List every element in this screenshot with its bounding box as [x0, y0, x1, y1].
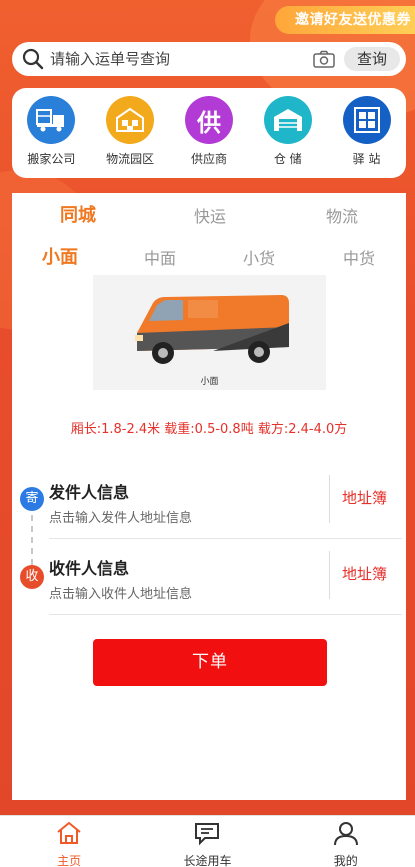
moving-truck-icon — [27, 96, 76, 144]
sender-row[interactable]: 寄 发件人信息 点击输入发件人地址信息 地址簿 — [12, 465, 406, 539]
service-station[interactable]: 驿 站 — [332, 96, 402, 167]
nav-home[interactable]: 主页 — [24, 816, 114, 867]
tab-same-city[interactable]: 同城 — [60, 201, 96, 227]
invite-banner[interactable]: 邀请好友送优惠券 — [275, 6, 415, 34]
service-label: 搬家公司 — [27, 152, 76, 166]
service-moving-company[interactable]: 搬家公司 — [16, 96, 86, 167]
service-type-tabs: 同城 快运 物流 — [12, 201, 406, 229]
search-icon — [22, 48, 44, 70]
tab-medium-truck[interactable]: 中货 — [343, 245, 375, 269]
vehicle-caption: 小面 — [200, 377, 219, 387]
tab-small-truck[interactable]: 小货 — [243, 245, 275, 269]
bottom-nav: 主页 长途用车 我的 — [0, 815, 415, 867]
nav-label: 长途用车 — [183, 854, 232, 867]
service-supplier[interactable]: 供 供应商 — [174, 96, 244, 167]
tab-small-van[interactable]: 小面 — [42, 243, 78, 269]
nav-label: 我的 — [333, 854, 358, 867]
tab-express[interactable]: 快运 — [194, 203, 226, 227]
tracking-search-input[interactable] — [50, 50, 312, 68]
service-label: 供应商 — [190, 152, 227, 166]
service-storage[interactable]: 仓 储 — [253, 96, 323, 167]
vehicle-spec: 厢长:1.8-2.4米 载重:0.5-0.8吨 载方:2.4-4.0方 — [70, 422, 348, 437]
storage-icon — [263, 96, 312, 144]
tab-logistics[interactable]: 物流 — [326, 203, 358, 227]
service-logistics-park[interactable]: 物流园区 — [95, 96, 165, 167]
service-grid: 搬家公司 物流园区 供 供应商 仓 储 驿 站 — [12, 88, 406, 178]
profile-icon — [332, 820, 360, 850]
long-haul-message-icon — [193, 820, 221, 850]
receiver-address-book-button[interactable]: 地址簿 — [342, 563, 387, 584]
service-label: 驿 站 — [352, 152, 381, 166]
sender-badge: 寄 — [20, 487, 44, 511]
home-icon — [55, 820, 83, 850]
nav-long-haul[interactable]: 长途用车 — [162, 816, 252, 867]
warehouse-park-icon — [106, 96, 155, 144]
station-icon — [342, 96, 391, 144]
nav-label: 主页 — [57, 854, 82, 867]
receiver-title: 收件人信息 — [49, 559, 130, 578]
order-card: 同城 快运 物流 小面 中面 小货 中货 小面 厢长:1.8-2.4米 载重:0… — [12, 193, 406, 800]
sender-title: 发件人信息 — [49, 483, 130, 502]
supplier-glyph: 供 — [196, 108, 221, 137]
vehicle-type-tabs: 小面 中面 小货 中货 — [12, 243, 406, 271]
van-illustration — [135, 295, 289, 364]
place-order-button[interactable]: 下单 — [93, 639, 327, 686]
nav-profile[interactable]: 我的 — [301, 816, 391, 867]
vehicle-image: 小面 — [93, 275, 326, 390]
receiver-hint: 点击输入收件人地址信息 — [49, 587, 193, 602]
receiver-badge: 收 — [20, 565, 44, 589]
sender-hint: 点击输入发件人地址信息 — [49, 511, 193, 526]
service-label: 仓 储 — [273, 152, 302, 166]
receiver-row[interactable]: 收 收件人信息 点击输入收件人地址信息 地址簿 — [12, 541, 406, 615]
sender-address-book-button[interactable]: 地址簿 — [342, 487, 387, 508]
service-label: 物流园区 — [106, 152, 155, 166]
query-button[interactable]: 查询 — [344, 47, 400, 71]
supplier-icon: 供 — [184, 96, 233, 144]
camera-icon[interactable] — [312, 49, 336, 69]
search-bar: 查询 — [12, 42, 406, 76]
tab-medium-van[interactable]: 中面 — [144, 245, 176, 269]
